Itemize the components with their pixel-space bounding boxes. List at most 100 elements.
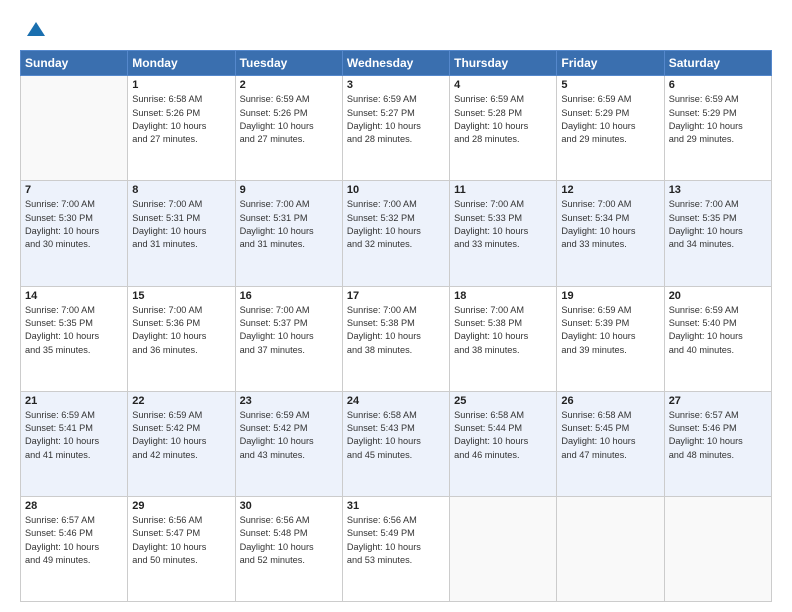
day-number: 28 <box>25 500 123 512</box>
calendar-cell: 20Sunrise: 6:59 AM Sunset: 5:40 PM Dayli… <box>664 286 771 391</box>
week-row-3: 14 Sunrise: 7:00 AM Sunset: 5:35 PM Dayli… <box>21 286 772 391</box>
day-number: 22 <box>132 395 230 407</box>
day-info: Sunrise: 6:56 AM Sunset: 5:47 PM Dayligh… <box>132 514 230 567</box>
weekday-header-friday: Friday <box>557 51 664 76</box>
calendar-cell: 17 Sunrise: 7:00 AM Sunset: 5:38 PM Dayli… <box>342 286 449 391</box>
day-number: 12 <box>561 184 659 196</box>
calendar-cell: 5 Sunrise: 6:59 AM Sunset: 5:29 PM Daylig… <box>557 76 664 181</box>
day-number: 10 <box>347 184 445 196</box>
day-number: 13 <box>669 184 767 196</box>
calendar-table: SundayMondayTuesdayWednesdayThursdayFrid… <box>20 50 772 602</box>
calendar-cell: 15 Sunrise: 7:00 AM Sunset: 5:36 PM Dayli… <box>128 286 235 391</box>
day-info: Sunrise: 6:59 AM Sunset: 5:28 PM Dayligh… <box>454 93 552 146</box>
calendar-cell: 29 Sunrise: 6:56 AM Sunset: 5:47 PM Dayli… <box>128 496 235 601</box>
day-number: 30 <box>240 500 338 512</box>
day-number: 17 <box>347 290 445 302</box>
day-number: 21 <box>25 395 123 407</box>
calendar-cell: 9 Sunrise: 7:00 AM Sunset: 5:31 PM Daylig… <box>235 181 342 286</box>
day-info: Sunrise: 6:59 AM Sunset: 5:39 PM Dayligh… <box>561 304 659 357</box>
day-number: 31 <box>347 500 445 512</box>
day-number: 14 <box>25 290 123 302</box>
calendar-cell: 24Sunrise: 6:58 AM Sunset: 5:43 PM Dayli… <box>342 391 449 496</box>
calendar-cell: 30 Sunrise: 6:56 AM Sunset: 5:48 PM Dayli… <box>235 496 342 601</box>
day-info: Sunrise: 7:00 AM Sunset: 5:33 PM Dayligh… <box>454 198 552 251</box>
weekday-header-saturday: Saturday <box>664 51 771 76</box>
day-info: Sunrise: 6:59 AM Sunset: 5:29 PM Dayligh… <box>669 93 767 146</box>
day-number: 25 <box>454 395 552 407</box>
day-info: Sunrise: 6:59 AM Sunset: 5:29 PM Dayligh… <box>561 93 659 146</box>
day-number: 15 <box>132 290 230 302</box>
day-info: Sunrise: 6:58 AM Sunset: 5:26 PM Dayligh… <box>132 93 230 146</box>
day-info: Sunrise: 7:00 AM Sunset: 5:36 PM Dayligh… <box>132 304 230 357</box>
page: SundayMondayTuesdayWednesdayThursdayFrid… <box>0 0 792 612</box>
calendar-cell: 7 Sunrise: 7:00 AM Sunset: 5:30 PM Daylig… <box>21 181 128 286</box>
day-info: Sunrise: 7:00 AM Sunset: 5:35 PM Dayligh… <box>25 304 123 357</box>
calendar-cell: 12 Sunrise: 7:00 AM Sunset: 5:34 PM Dayli… <box>557 181 664 286</box>
day-info: Sunrise: 7:00 AM Sunset: 5:34 PM Dayligh… <box>561 198 659 251</box>
day-info: Sunrise: 6:59 AM Sunset: 5:26 PM Dayligh… <box>240 93 338 146</box>
weekday-header-row: SundayMondayTuesdayWednesdayThursdayFrid… <box>21 51 772 76</box>
calendar-cell: 21 Sunrise: 6:59 AM Sunset: 5:41 PM Dayli… <box>21 391 128 496</box>
day-number: 19 <box>561 290 659 302</box>
calendar-cell: 16 Sunrise: 7:00 AM Sunset: 5:37 PM Dayli… <box>235 286 342 391</box>
day-info: Sunrise: 7:00 AM Sunset: 5:35 PM Dayligh… <box>669 198 767 251</box>
weekday-header-tuesday: Tuesday <box>235 51 342 76</box>
day-number: 5 <box>561 79 659 91</box>
calendar-cell: 8 Sunrise: 7:00 AM Sunset: 5:31 PM Daylig… <box>128 181 235 286</box>
day-number: 2 <box>240 79 338 91</box>
day-number: 18 <box>454 290 552 302</box>
week-row-5: 28 Sunrise: 6:57 AM Sunset: 5:46 PM Dayli… <box>21 496 772 601</box>
day-number: 20 <box>669 290 767 302</box>
day-info: Sunrise: 6:59 AM Sunset: 5:42 PM Dayligh… <box>240 409 338 462</box>
calendar-cell: 26 Sunrise: 6:58 AM Sunset: 5:45 PM Dayli… <box>557 391 664 496</box>
day-number: 9 <box>240 184 338 196</box>
calendar-cell: 3 Sunrise: 6:59 AM Sunset: 5:27 PM Daylig… <box>342 76 449 181</box>
calendar-cell: 14 Sunrise: 7:00 AM Sunset: 5:35 PM Dayli… <box>21 286 128 391</box>
calendar-cell <box>21 76 128 181</box>
day-info: Sunrise: 7:00 AM Sunset: 5:32 PM Dayligh… <box>347 198 445 251</box>
day-info: Sunrise: 6:58 AM Sunset: 5:43 PM Dayligh… <box>347 409 445 462</box>
calendar-cell <box>450 496 557 601</box>
calendar-cell: 13 Sunrise: 7:00 AM Sunset: 5:35 PM Dayli… <box>664 181 771 286</box>
day-info: Sunrise: 6:59 AM Sunset: 5:41 PM Dayligh… <box>25 409 123 462</box>
day-info: Sunrise: 7:00 AM Sunset: 5:37 PM Dayligh… <box>240 304 338 357</box>
calendar-cell: 25 Sunrise: 6:58 AM Sunset: 5:44 PM Dayli… <box>450 391 557 496</box>
day-info: Sunrise: 6:59 AM Sunset: 5:42 PM Dayligh… <box>132 409 230 462</box>
day-number: 27 <box>669 395 767 407</box>
weekday-header-wednesday: Wednesday <box>342 51 449 76</box>
day-info: Sunrise: 6:57 AM Sunset: 5:46 PM Dayligh… <box>25 514 123 567</box>
calendar-cell: 1 Sunrise: 6:58 AM Sunset: 5:26 PM Daylig… <box>128 76 235 181</box>
day-info: Sunrise: 7:00 AM Sunset: 5:38 PM Dayligh… <box>347 304 445 357</box>
day-info: Sunrise: 7:00 AM Sunset: 5:31 PM Dayligh… <box>240 198 338 251</box>
day-info: Sunrise: 6:57 AM Sunset: 5:46 PM Dayligh… <box>669 409 767 462</box>
day-info: Sunrise: 6:58 AM Sunset: 5:44 PM Dayligh… <box>454 409 552 462</box>
calendar-cell: 27 Sunrise: 6:57 AM Sunset: 5:46 PM Dayli… <box>664 391 771 496</box>
calendar-cell: 18 Sunrise: 7:00 AM Sunset: 5:38 PM Dayli… <box>450 286 557 391</box>
calendar-cell: 10 Sunrise: 7:00 AM Sunset: 5:32 PM Dayli… <box>342 181 449 286</box>
day-number: 26 <box>561 395 659 407</box>
calendar-cell <box>557 496 664 601</box>
day-number: 3 <box>347 79 445 91</box>
weekday-header-monday: Monday <box>128 51 235 76</box>
day-number: 16 <box>240 290 338 302</box>
calendar-cell: 31 Sunrise: 6:56 AM Sunset: 5:49 PM Dayli… <box>342 496 449 601</box>
day-info: Sunrise: 7:00 AM Sunset: 5:38 PM Dayligh… <box>454 304 552 357</box>
day-number: 23 <box>240 395 338 407</box>
day-number: 7 <box>25 184 123 196</box>
header <box>20 16 772 40</box>
day-number: 29 <box>132 500 230 512</box>
day-info: Sunrise: 6:59 AM Sunset: 5:27 PM Dayligh… <box>347 93 445 146</box>
calendar-cell: 2 Sunrise: 6:59 AM Sunset: 5:26 PM Daylig… <box>235 76 342 181</box>
day-info: Sunrise: 6:58 AM Sunset: 5:45 PM Dayligh… <box>561 409 659 462</box>
day-info: Sunrise: 7:00 AM Sunset: 5:31 PM Dayligh… <box>132 198 230 251</box>
weekday-header-sunday: Sunday <box>21 51 128 76</box>
day-info: Sunrise: 6:56 AM Sunset: 5:48 PM Dayligh… <box>240 514 338 567</box>
day-number: 1 <box>132 79 230 91</box>
day-info: Sunrise: 7:00 AM Sunset: 5:30 PM Dayligh… <box>25 198 123 251</box>
day-info: Sunrise: 6:56 AM Sunset: 5:49 PM Dayligh… <box>347 514 445 567</box>
week-row-2: 7 Sunrise: 7:00 AM Sunset: 5:30 PM Daylig… <box>21 181 772 286</box>
day-number: 8 <box>132 184 230 196</box>
calendar-cell: 23 Sunrise: 6:59 AM Sunset: 5:42 PM Dayli… <box>235 391 342 496</box>
calendar-cell: 22 Sunrise: 6:59 AM Sunset: 5:42 PM Dayli… <box>128 391 235 496</box>
calendar-cell: 11Sunrise: 7:00 AM Sunset: 5:33 PM Dayli… <box>450 181 557 286</box>
